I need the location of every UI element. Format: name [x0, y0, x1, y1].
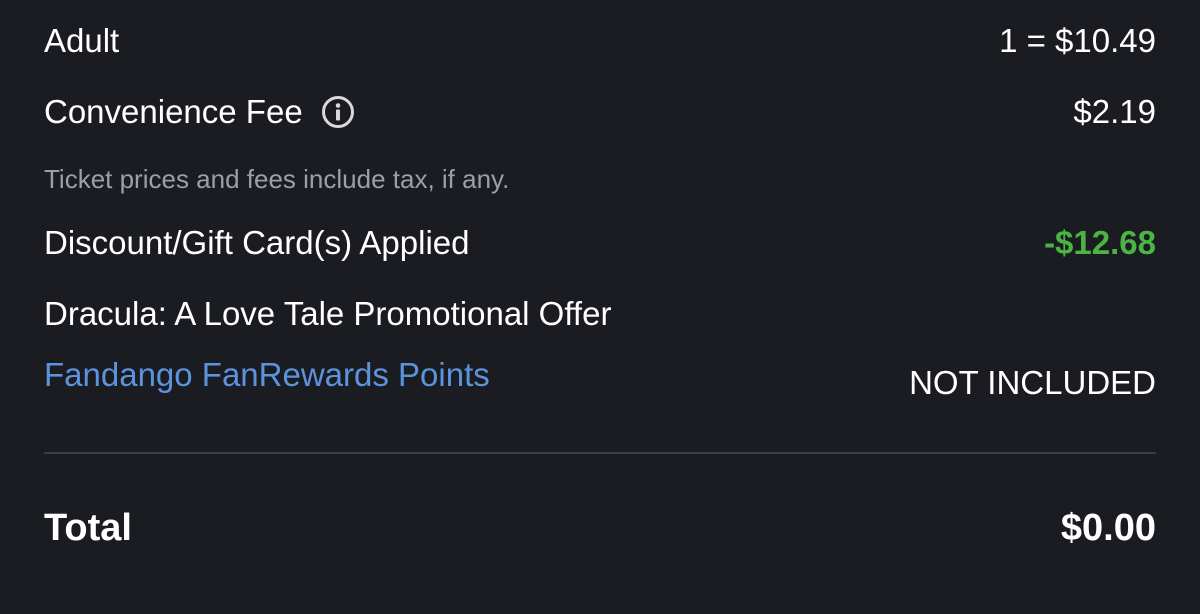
discount-row: Discount/Gift Card(s) Applied -$12.68 — [44, 220, 1156, 266]
promo-row: Dracula: A Love Tale Promotional Offer — [44, 291, 1156, 337]
tax-note: Ticket prices and fees include tax, if a… — [44, 163, 510, 194]
convenience-fee-row: Convenience Fee $2.19 — [44, 89, 1156, 135]
discount-label: Discount/Gift Card(s) Applied — [44, 224, 470, 261]
promo-label: Dracula: A Love Tale Promotional Offer — [44, 295, 612, 332]
total-label: Total — [44, 506, 132, 549]
total-row: Total $0.00 — [44, 502, 1156, 554]
divider — [44, 452, 1156, 454]
fanrewards-link[interactable]: Fandango FanRewards Points — [44, 356, 490, 394]
info-icon[interactable] — [321, 95, 355, 129]
adult-label: Adult — [44, 22, 120, 59]
total-amount: $0.00 — [1060, 506, 1156, 549]
convenience-fee-label: Convenience Fee — [44, 93, 303, 130]
fanrewards-row: Fandango FanRewards Points NOT INCLUDED — [44, 354, 1156, 414]
order-summary: Adult 1 = $10.49 Convenience Fee $2.19 T… — [44, 0, 1156, 614]
discount-amount: -$12.68 — [1044, 224, 1156, 261]
fanrewards-status: NOT INCLUDED — [909, 364, 1156, 401]
tax-note-row: Ticket prices and fees include tax, if a… — [44, 160, 1156, 198]
convenience-fee-label-group: Convenience Fee — [44, 93, 355, 131]
adult-row: Adult 1 = $10.49 — [44, 18, 1156, 64]
convenience-fee-price: $2.19 — [1073, 93, 1156, 130]
adult-price: 1 = $10.49 — [999, 22, 1156, 59]
